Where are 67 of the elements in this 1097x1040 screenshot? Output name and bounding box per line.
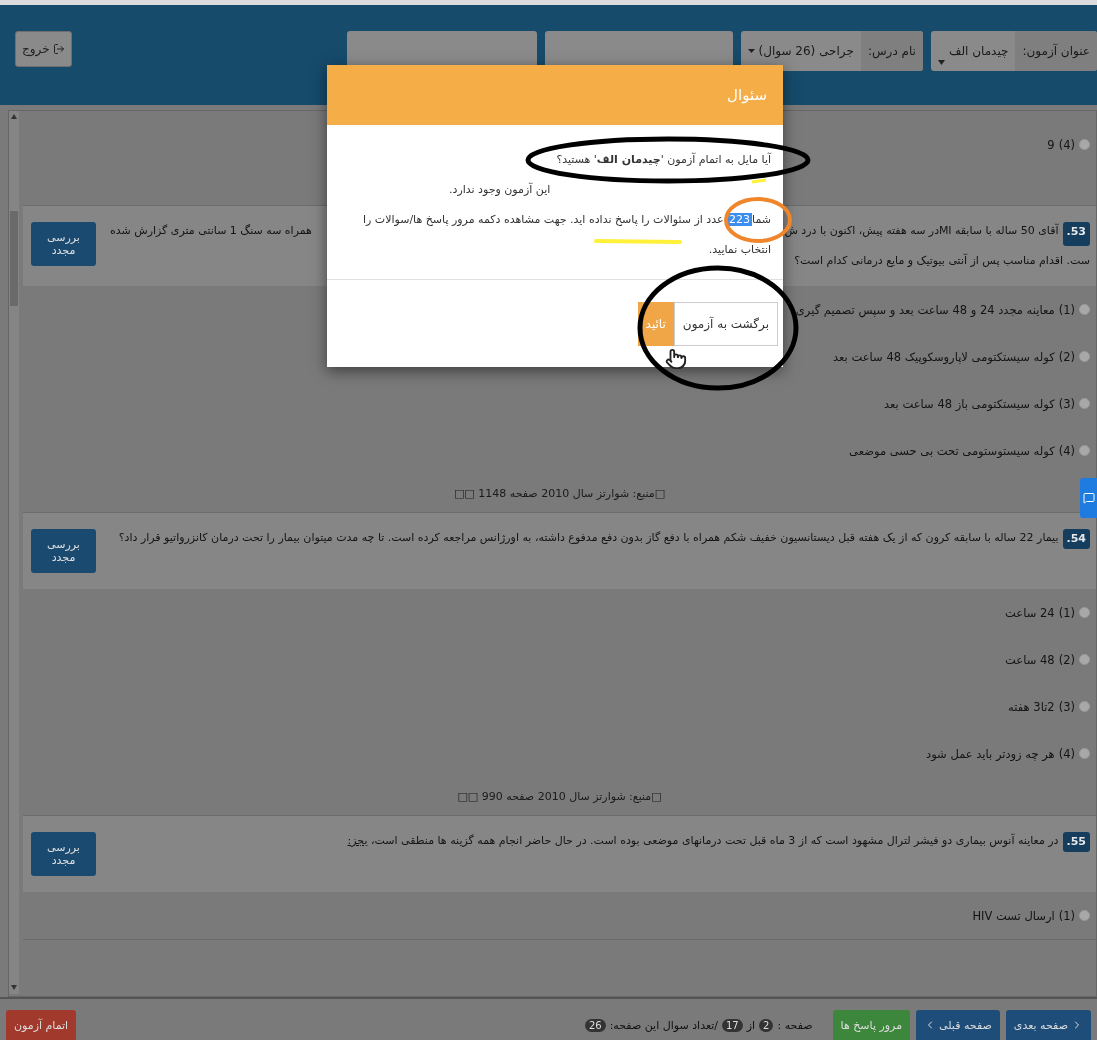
- dialog-title: سئوال: [727, 86, 767, 104]
- scrollbar-drawing[interactable]: [9, 111, 19, 994]
- finish-exam-button[interactable]: اتمام آزمون: [6, 1010, 77, 1040]
- option-text: کوله سیستکتومی باز 48 ساعت بعد: [884, 396, 1055, 411]
- option-text: کوله سیستکتومی لاپاروسکوپیک 48 ساعت بعد: [833, 349, 1055, 364]
- option-number: (2): [1058, 652, 1075, 667]
- chat-widget-icon[interactable]: [1080, 478, 1097, 518]
- radio-button[interactable]: [1079, 748, 1090, 759]
- previous-page-button[interactable]: صفحه قبلی: [916, 1010, 1000, 1040]
- review-button[interactable]: بررسی مجدد: [31, 222, 96, 266]
- radio-button[interactable]: [1079, 910, 1090, 921]
- option-text: ارسال تست HIV: [972, 908, 1055, 923]
- radio-button[interactable]: [1079, 607, 1090, 618]
- option-number: (1): [1058, 605, 1075, 620]
- question-number: 55.: [1062, 832, 1090, 852]
- option-number: (2): [1058, 349, 1075, 364]
- option-number: (1): [1058, 302, 1075, 317]
- page-number: 2: [759, 1018, 774, 1032]
- total-pages: 17: [722, 1018, 743, 1032]
- radio-button[interactable]: [1079, 304, 1090, 315]
- back-to-exam-button[interactable]: برگشت به آزمون: [673, 302, 778, 346]
- course-dropdown[interactable]: جراحی (26 سوال): [740, 31, 861, 71]
- review-button[interactable]: بررسی مجدد: [31, 832, 96, 876]
- question-text: همراه سه سنگ 1 سانتی متری گزارش شده: [110, 223, 312, 239]
- next-page-button[interactable]: صفحه بعدی: [1005, 1010, 1091, 1040]
- option-text: هر چه زودتر باید عمل شود: [926, 746, 1055, 761]
- exam-dropdown[interactable]: چیدمان الف: [930, 31, 1016, 71]
- warning-text: این آزمون وجود ندارد.: [449, 181, 551, 198]
- highlight-mark: [751, 178, 767, 184]
- radio-button[interactable]: [1079, 139, 1090, 150]
- option-text: 9: [1047, 137, 1055, 152]
- question-text: آقای 50 ساله با سابقه MIدر سه هفته پیش، اکنون با درد ش: [784, 222, 1059, 239]
- option-number: (3): [1058, 396, 1075, 411]
- question-text: بیمار 22 ساله با سابقه کرون که از یک هفته قبل دیستانسیون خفیف شکم همراه با دفع گاز بدون دفع مدفوع داشته، به اورژانس مراجعه کرده است. تا چه مدت میتوان بیمار را تحت درمان کانزرواتیو قرار داد؟: [118, 531, 1059, 544]
- question-count: 26: [584, 1018, 606, 1032]
- radio-button[interactable]: [1079, 351, 1090, 362]
- radio-button[interactable]: [1079, 445, 1090, 456]
- option-number: (1): [1058, 908, 1075, 923]
- radio-button[interactable]: [1079, 398, 1090, 409]
- question-text: ست. اقدام مناسب پس از آنتی بیوتیک و مایع درمانی کدام است؟: [794, 252, 1090, 269]
- of-label: از: [746, 1018, 756, 1032]
- option-text: معاینه مجدد 24 و 48 ساعت بعد و سپس تصمیم گیری: [795, 302, 1055, 317]
- option-number: (3): [1058, 699, 1075, 714]
- option-text: 48 ساعت: [1005, 652, 1055, 667]
- course-label: نام درس:: [860, 31, 923, 71]
- source-text: □منبع: شوارتز سال 2010 صفحه 1148 □□: [453, 486, 666, 500]
- source-text: □منبع: شوارتز سال 2010 صفحه 990 □□: [457, 789, 662, 803]
- option-number: (4): [1058, 137, 1075, 152]
- confirm-question: آیا مایل به اتمام آزمون 'چیدمان الف' هستید؟: [556, 151, 771, 168]
- radio-button[interactable]: [1079, 701, 1090, 712]
- review-button[interactable]: بررسی مجدد: [31, 529, 96, 573]
- radio-button[interactable]: [1079, 654, 1090, 665]
- exit-button[interactable]: خروج: [15, 31, 72, 67]
- question-number: 53.: [1062, 222, 1090, 246]
- question-count-label: /تعداد سوال این صفحه:: [609, 1018, 718, 1032]
- option-number: (4): [1058, 443, 1075, 458]
- option-number: (4): [1058, 746, 1075, 761]
- question-text: در معاینه آنوس بیماری دو فیشر لترال مشهود است که از 3 ماه قبل تحت درمانهای موضعی بوده است. در حال حاضر انجام همه گزینه ها منطقی است، بجز:: [347, 834, 1059, 847]
- caret-icon: [937, 60, 945, 65]
- option-text: 2تا3 هفته: [1008, 699, 1055, 714]
- caret-icon: [747, 48, 755, 54]
- exam-label: عنوان آزمون:: [1015, 31, 1097, 71]
- option-text: 24 ساعت: [1005, 605, 1055, 620]
- option-text: کوله سیستوستومی تحت بی حسی موضعی: [849, 443, 1055, 458]
- page-label: صفحه :: [777, 1018, 813, 1032]
- question-number: 54.: [1062, 529, 1090, 549]
- exit-icon: [52, 43, 65, 55]
